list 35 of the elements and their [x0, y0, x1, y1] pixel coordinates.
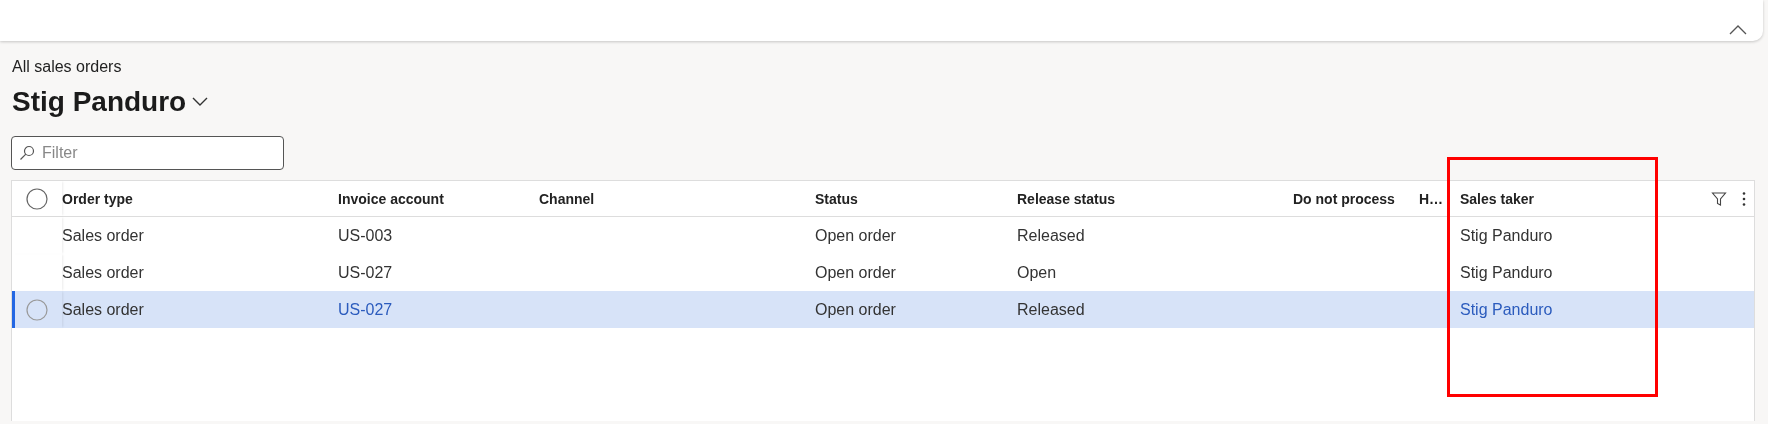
- table-cell: US-027: [338, 263, 393, 281]
- filter-icon[interactable]: [1711, 190, 1727, 207]
- table-cell: Open order: [815, 226, 896, 244]
- column-header[interactable]: Status: [815, 190, 858, 207]
- column-header[interactable]: Order type: [62, 190, 133, 207]
- page-caption: All sales orders: [12, 58, 123, 76]
- cell-link[interactable]: Stig Panduro: [1460, 300, 1553, 318]
- table-cell: Open order: [815, 300, 896, 318]
- table-row[interactable]: Sales order US-003 Open order Released Stig Panduro: [12, 217, 1754, 254]
- table-cell: Sales order: [62, 263, 144, 281]
- select-all-checkbox[interactable]: [26, 187, 48, 210]
- table-cell: Stig Panduro: [1460, 263, 1553, 281]
- table-cell: Released: [1017, 226, 1085, 244]
- table-cell: Sales order: [62, 300, 144, 318]
- table-cell: US-003: [338, 226, 393, 244]
- filter-field[interactable]: Filter: [11, 136, 284, 170]
- column-header[interactable]: Release status: [1017, 190, 1116, 207]
- column-header[interactable]: Sales taker: [1460, 190, 1534, 207]
- table-cell: Stig Panduro: [1460, 226, 1553, 244]
- more-options-icon[interactable]: [1741, 190, 1747, 207]
- table-row[interactable]: Sales order US-027 Open order Released Stig Panduro: [12, 291, 1754, 328]
- table-cell: Sales order: [62, 226, 144, 244]
- column-header[interactable]: Invoice account: [338, 190, 444, 207]
- table-cell: Released: [1017, 300, 1085, 318]
- column-header[interactable]: Channel: [539, 190, 595, 207]
- table-cell: Open order: [815, 263, 896, 281]
- row-checkbox[interactable]: [26, 298, 48, 321]
- table-row[interactable]: Sales order US-027 Open order Open Stig Panduro: [12, 254, 1754, 291]
- column-header[interactable]: Do not process: [1293, 190, 1395, 207]
- cell-link[interactable]: US-027: [338, 300, 393, 318]
- view-selector[interactable]: Stig Panduro: [12, 86, 209, 118]
- chevron-down-icon: [192, 97, 209, 107]
- chevron-up-icon: [1729, 25, 1747, 35]
- column-header[interactable]: H…: [1419, 190, 1444, 207]
- table-cell: Open: [1017, 263, 1057, 281]
